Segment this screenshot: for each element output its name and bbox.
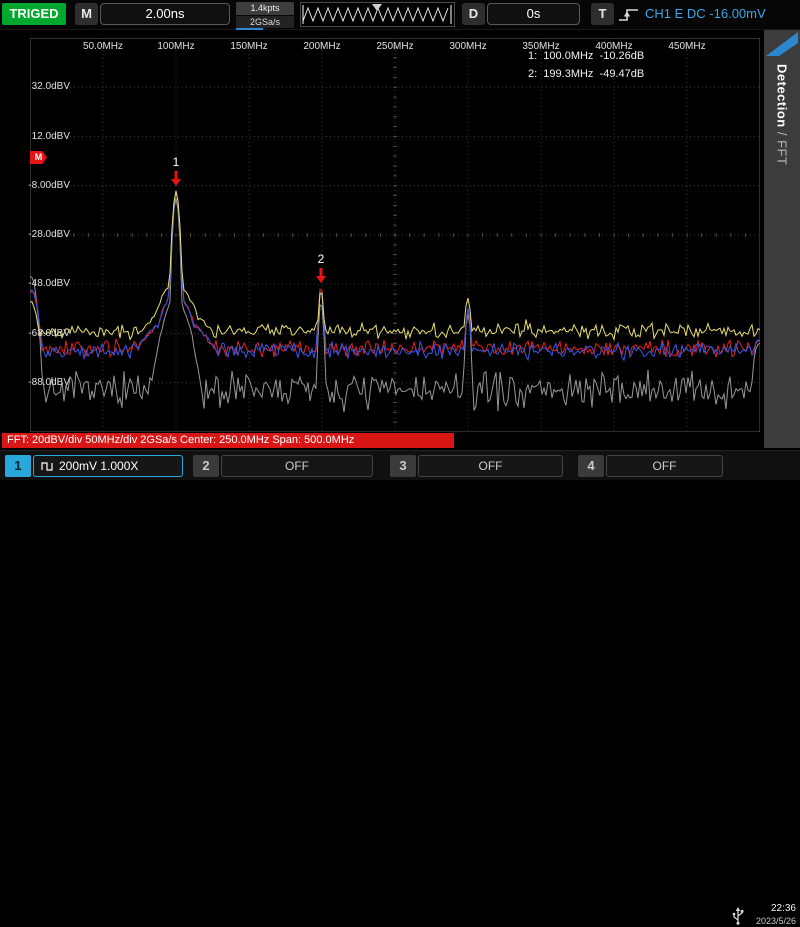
peak-readout-2: 2: 199.3MHz -49.47dB	[528, 68, 644, 80]
clock-time: 22:36	[756, 902, 796, 915]
peak-arrow-icon	[169, 170, 183, 187]
channel-3-button[interactable]: 3	[390, 455, 416, 477]
clock-date: 2023/5/26	[756, 915, 796, 927]
channel-2-status[interactable]: OFF	[221, 455, 373, 477]
peak-arrow-icon	[314, 267, 328, 284]
sidebar-mode-secondary: / FFT	[775, 128, 790, 166]
peak-marker-2: 2	[314, 252, 328, 289]
channel-value-text: OFF	[479, 459, 503, 473]
level-axis-label: -68.0dBV	[28, 328, 70, 339]
peak-marker-label: 2	[314, 252, 328, 266]
freq-axis-label: 150MHz	[230, 41, 267, 52]
level-axis-label: -28.0dBV	[28, 229, 70, 240]
freq-axis-label: 250MHz	[376, 41, 413, 52]
peak-marker-1: 1	[169, 155, 183, 192]
coupling-waveform-icon	[41, 461, 54, 472]
menu-tab-arrow-icon	[764, 30, 800, 58]
channel-value-text: OFF	[285, 459, 309, 473]
fft-trace-yellow	[30, 191, 760, 340]
channel-value-text: 200mV 1.000X	[59, 456, 138, 476]
sidebar-mode-primary: Detection	[775, 64, 790, 128]
freq-axis-label: 300MHz	[449, 41, 486, 52]
level-axis-label: -88.0dBV	[28, 377, 70, 388]
clock: 22:36 2023/5/26	[756, 902, 796, 927]
fft-plot-area: M 50.0MHz 100MHz 150MHz 200MHz 250MHz 300MHz 3…	[0, 0, 800, 480]
math-reference-label: M	[35, 152, 43, 162]
peak-marker-label: 1	[169, 155, 183, 169]
usb-icon	[731, 907, 745, 925]
fft-graticule	[30, 38, 760, 432]
level-axis-label: -8.00dBV	[28, 180, 70, 191]
level-axis-label: 12.0dBV	[28, 131, 70, 142]
oscilloscope-screen: TRIGED M 2.00ns 1.4kpts 2GSa/s D 0s T CH…	[0, 0, 800, 480]
level-axis-label: -48.0dBV	[28, 278, 70, 289]
channel-2-button[interactable]: 2	[193, 455, 219, 477]
channel-1-status[interactable]: 200mV 1.000X	[33, 455, 183, 477]
fft-settings-bar: FFT: 20dBV/div 50MHz/div 2GSa/s Center: …	[2, 433, 454, 448]
channel-value-text: OFF	[653, 459, 677, 473]
freq-axis-label: 450MHz	[668, 41, 705, 52]
channel-4-status[interactable]: OFF	[606, 455, 723, 477]
fft-menu-tab[interactable]: Detection / FFT	[764, 30, 800, 448]
channel-4-button[interactable]: 4	[578, 455, 604, 477]
sidebar-mode-label: Detection / FFT	[775, 64, 790, 165]
level-axis-label: 32.0dBV	[28, 81, 70, 92]
peak-readout-1: 1: 100.0MHz -10.26dB	[528, 50, 644, 62]
freq-axis-label: 100MHz	[157, 41, 194, 52]
channel-3-status[interactable]: OFF	[418, 455, 563, 477]
freq-axis-label: 50.0MHz	[83, 41, 123, 52]
freq-axis-label: 200MHz	[303, 41, 340, 52]
channel-status-bar: 22:36 2023/5/26 1200mV 1.000X2OFF3OFF4OF…	[0, 450, 800, 480]
channel-1-button[interactable]: 1	[5, 455, 31, 477]
